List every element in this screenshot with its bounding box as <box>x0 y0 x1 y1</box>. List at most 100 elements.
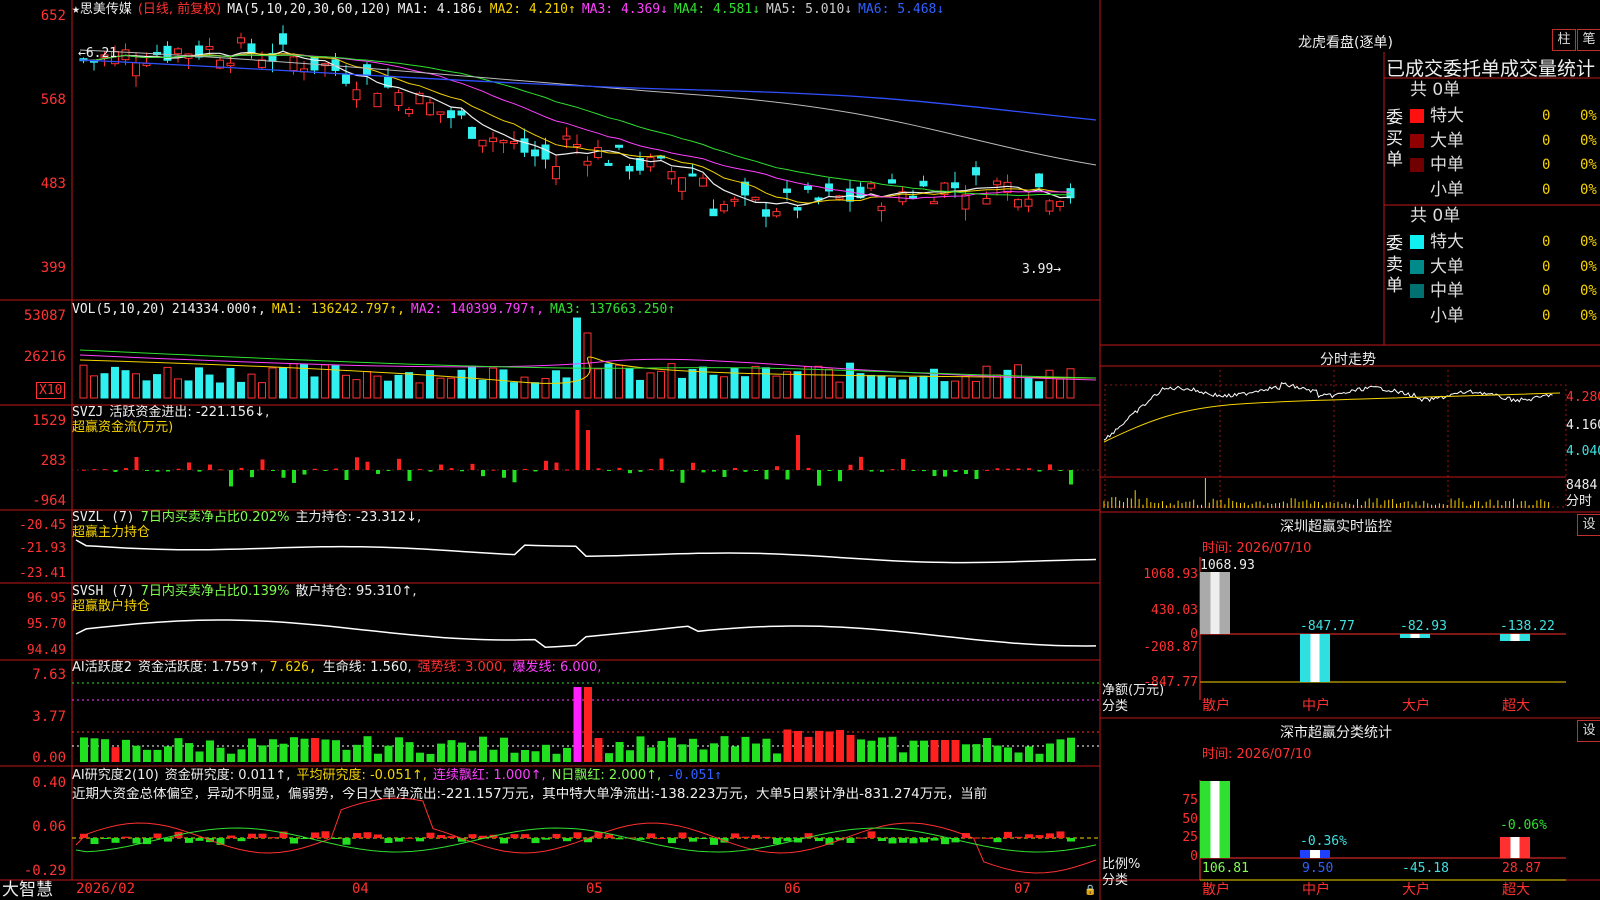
volume-bar <box>678 377 686 399</box>
svzl-axis-1: -20.45 <box>19 518 66 533</box>
volume-bar <box>888 377 896 399</box>
svsh-sub: 超赢散户持仓 <box>72 599 151 614</box>
favorite-star-icon[interactable]: ★ <box>72 2 80 17</box>
candle-body <box>709 208 718 217</box>
ai1-bar <box>563 747 571 762</box>
ai1-bar <box>909 740 918 762</box>
ai2-bar <box>395 838 403 842</box>
ai1-bar <box>174 738 183 762</box>
brand-label: 大智慧 <box>2 880 53 900</box>
svzj-bar <box>869 470 874 472</box>
candle-body <box>615 144 623 148</box>
ai1-bar <box>773 753 781 762</box>
volume-bar <box>499 369 508 399</box>
period-label[interactable]: (日线, 前复权) <box>138 2 221 17</box>
ai1-bar <box>405 742 414 762</box>
volume-bar <box>867 374 875 399</box>
ai2-bar <box>909 838 918 844</box>
ma-value-5: MA5: 5.010↓ <box>766 2 853 17</box>
classify-ylabel-2: 分类 <box>1102 873 1129 888</box>
ai1-bar <box>678 744 687 762</box>
monitor-settings-button[interactable]: 设 <box>1577 514 1600 536</box>
ma-line <box>83 54 1071 197</box>
classify-time: 时间: 2026/07/10 <box>1202 747 1312 762</box>
svsh-label: SVSH (7) <box>72 584 135 599</box>
candle-body <box>373 92 382 108</box>
lhb-row-label: 中单 <box>1430 155 1464 175</box>
volume-bar <box>688 369 697 399</box>
volume-bar <box>793 371 802 399</box>
ai2-bar <box>342 838 351 845</box>
svzj-bar <box>922 470 926 472</box>
ai2-bar <box>101 838 109 839</box>
candle-body <box>930 201 938 205</box>
svzl-label: SVZL (7) <box>72 510 135 525</box>
svzj-axis-1: 1529 <box>32 413 66 429</box>
ai1-bar <box>783 729 792 762</box>
ai2-bar <box>846 838 855 843</box>
svzj-bar <box>176 468 181 470</box>
volume-bar <box>856 373 865 399</box>
ai2-bar <box>930 838 939 841</box>
candle-body <box>499 139 508 144</box>
ai1-bar <box>993 745 1002 762</box>
svzj-bar <box>838 470 842 482</box>
svzj-bar <box>187 462 191 470</box>
ai2-bar <box>867 831 876 838</box>
volume-bar <box>804 366 812 399</box>
svzj-bar <box>806 467 811 470</box>
volume-bar <box>132 373 140 399</box>
lhb-row-label: 特大 <box>1430 232 1464 252</box>
svzj-bar <box>733 467 737 470</box>
lhb-subtitle: 已成交委托单成交量统计 <box>1386 58 1596 80</box>
ai1-bar <box>216 747 225 762</box>
volume-bar <box>951 380 959 399</box>
ai2-bar <box>710 838 718 845</box>
lhb-row-value: 0 <box>1542 181 1551 198</box>
svzj-bar <box>974 470 979 480</box>
ai1-bar <box>143 749 151 762</box>
candle-body <box>751 196 760 201</box>
svzj-bar <box>386 470 391 471</box>
classify-title: 深市超赢分类统计 <box>1280 725 1392 741</box>
x-label-4: 07 <box>1014 881 1031 897</box>
volume-bar <box>142 380 151 399</box>
svzj-bar <box>586 430 590 470</box>
monitor-value-0: 1068.93 <box>1200 558 1255 573</box>
lhb-row-buy-rows-1: 大单 <box>1410 131 1464 155</box>
ai2-bar <box>993 838 1002 843</box>
classify-settings-button[interactable]: 设 <box>1577 720 1600 742</box>
svzj-bar <box>239 467 244 470</box>
ai1-bar <box>888 736 897 762</box>
candle-body <box>783 188 791 193</box>
price-header: ★思美传媒 (日线, 前复权) MA(5,10,20,30,60,120) MA1: … <box>72 2 956 17</box>
ma-values: MA1: 4.186↓ MA2: 4.210↑ MA3: 4.369↓ MA4: 4.… <box>398 2 951 17</box>
lhb-title: 龙虎看盘(逐单) <box>1298 35 1393 51</box>
ai1-bar <box>878 737 886 762</box>
volume-bar <box>510 382 518 399</box>
lhb-row-pct: 0% <box>1580 283 1597 299</box>
svzj-bar <box>491 469 496 471</box>
ai1-bar <box>395 737 403 762</box>
lock-icon[interactable]: 🔒 <box>1084 883 1096 898</box>
ai2-bar <box>752 835 760 838</box>
ai1-a: 资金活跃度: 1.759↑, <box>138 660 264 675</box>
stock-name: 思美传媒 <box>79 2 132 17</box>
ai2-bar <box>374 834 382 838</box>
bar-mode-button[interactable]: 柱 <box>1552 29 1576 51</box>
svzj-bar <box>901 459 905 470</box>
volume-bar <box>993 374 1001 399</box>
svzj-bar <box>964 470 968 474</box>
lhb-row-label: 小单 <box>1430 305 1464 326</box>
volume-bar <box>835 381 844 399</box>
ai2-bar <box>195 838 204 841</box>
svzj-bar <box>407 470 412 481</box>
tick-mode-button[interactable]: 笔 <box>1577 29 1600 51</box>
classify-axis-4: 0 <box>1190 849 1198 864</box>
volume-bar <box>216 382 224 399</box>
volume-bar <box>405 372 413 399</box>
ai2-bar <box>405 837 414 839</box>
ai2-c: 连续飘红: 1.000↑, <box>432 768 546 783</box>
ai1-bar <box>636 736 645 762</box>
monitor-value-1: -847.77 <box>1300 619 1355 634</box>
